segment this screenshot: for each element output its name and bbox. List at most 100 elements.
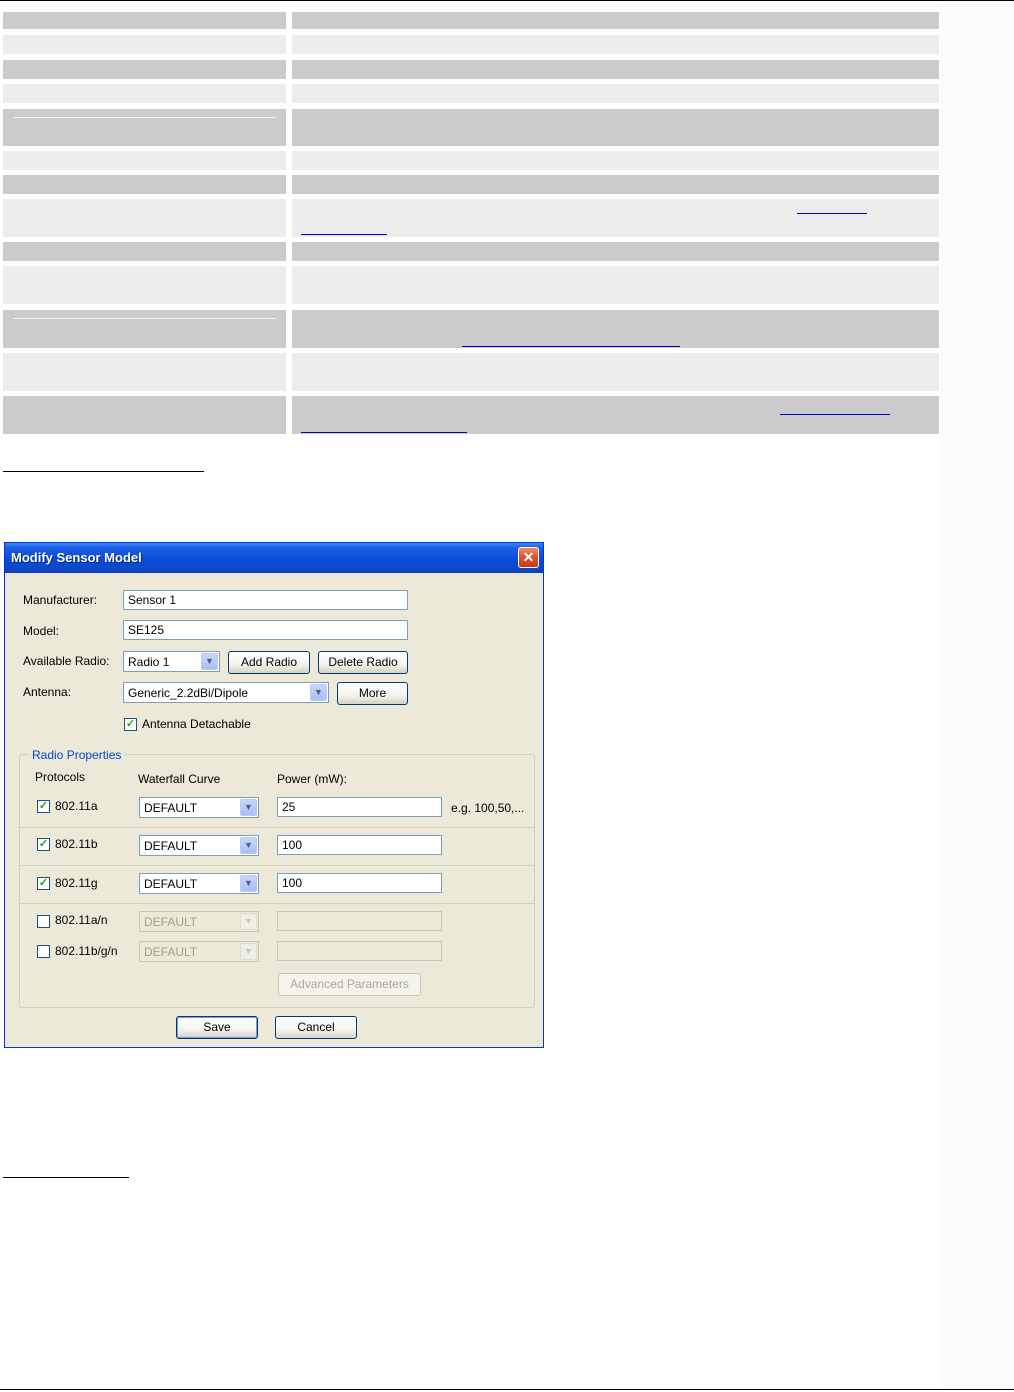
table-cell [292, 84, 939, 103]
table-cell [292, 60, 939, 79]
table-cell [292, 353, 939, 391]
antenna-label: Antenna: [23, 685, 72, 699]
model-field[interactable]: SE125 [123, 620, 408, 640]
table-cell [3, 199, 286, 237]
table-cell [292, 175, 939, 194]
table-row [0, 353, 940, 391]
table-row [0, 84, 940, 103]
table-row [0, 242, 940, 261]
available-radio-label: Available Radio: [23, 654, 110, 668]
waterfall-curve-value: DEFAULT [144, 915, 198, 929]
waterfall-curve-802-11a-select[interactable]: DEFAULT ▼ [139, 797, 259, 818]
protocol-802-11g-label: 802.11g [55, 876, 98, 890]
power-802-11an-field [277, 911, 442, 931]
table-row [0, 12, 940, 29]
table-cell [3, 242, 286, 261]
waterfall-curve-802-11bgn-select: DEFAULT ▼ [139, 941, 259, 962]
manufacturer-label: Manufacturer: [23, 593, 98, 607]
chevron-down-icon[interactable]: ▼ [201, 653, 218, 670]
antenna-select[interactable]: Generic_2.2dBi/Dipole ▼ [123, 682, 329, 703]
table-cell [292, 151, 939, 170]
table-cell [3, 12, 286, 29]
delete-radio-button[interactable]: Delete Radio [318, 651, 408, 674]
model-label: Model: [23, 624, 60, 638]
power-802-11g-field[interactable]: 100 [277, 873, 442, 893]
add-radio-button[interactable]: Add Radio [228, 651, 310, 674]
table-link[interactable] [797, 213, 867, 214]
row-separator [20, 903, 534, 904]
table-row [0, 310, 940, 348]
page-bottom-rule [0, 1389, 1014, 1390]
table-cell [3, 151, 286, 170]
waterfall-curve-value: DEFAULT [144, 839, 198, 853]
table-cell [3, 84, 286, 103]
chevron-down-icon[interactable]: ▼ [240, 799, 257, 816]
row-separator [20, 827, 534, 828]
table-row [0, 60, 940, 79]
table-cell [292, 266, 939, 304]
power-802-11a-field[interactable]: 25 [277, 797, 442, 817]
modify-sensor-model-dialog: Modify Sensor Model ✕ Manufacturer: Sens… [4, 542, 544, 1048]
waterfall-curve-column-header: Waterfall Curve [138, 772, 221, 786]
chevron-down-icon: ▼ [240, 943, 257, 960]
power-802-11bgn-field [277, 941, 442, 961]
table-cell [3, 353, 286, 391]
protocol-802-11b-checkbox[interactable]: ✓ [37, 838, 50, 851]
table-row [0, 109, 940, 146]
save-button[interactable]: Save [176, 1016, 258, 1039]
table-row [0, 35, 940, 54]
dialog-titlebar[interactable]: Modify Sensor Model ✕ [5, 543, 543, 573]
protocol-802-11an-checkbox[interactable] [37, 915, 50, 928]
cancel-button[interactable]: Cancel [275, 1016, 357, 1039]
section-heading [3, 1177, 129, 1178]
waterfall-curve-802-11g-select[interactable]: DEFAULT ▼ [139, 873, 259, 894]
table-cell [292, 12, 939, 29]
protocol-802-11bgn-checkbox[interactable] [37, 945, 50, 958]
table-cell [3, 109, 286, 146]
table-row [0, 396, 940, 434]
waterfall-curve-802-11b-select[interactable]: DEFAULT ▼ [139, 835, 259, 856]
antenna-detachable-label: Antenna Detachable [142, 717, 251, 731]
table-cell [3, 60, 286, 79]
chevron-down-icon: ▼ [240, 913, 257, 930]
power-802-11b-field[interactable]: 100 [277, 835, 442, 855]
table-link[interactable] [301, 432, 467, 433]
table-cell [3, 266, 286, 304]
table-cell [292, 199, 939, 237]
table-row [0, 151, 940, 170]
power-hint: e.g. 100,50,... [451, 801, 525, 815]
advanced-parameters-button: Advanced Parameters [278, 973, 421, 996]
more-button[interactable]: More [337, 682, 408, 705]
waterfall-curve-value: DEFAULT [144, 945, 198, 959]
page-margin [940, 1, 1014, 1389]
chevron-down-icon[interactable]: ▼ [310, 684, 327, 701]
table-row [0, 199, 940, 237]
table-link[interactable] [780, 414, 890, 415]
waterfall-curve-value: DEFAULT [144, 877, 198, 891]
close-button[interactable]: ✕ [518, 547, 539, 568]
protocol-802-11g-checkbox[interactable]: ✓ [37, 877, 50, 890]
section-heading [3, 471, 204, 472]
available-radio-select[interactable]: Radio 1 ▼ [123, 651, 220, 672]
row-separator [20, 865, 534, 866]
table-cell [3, 310, 286, 348]
antenna-detachable-checkbox[interactable]: ✓ [124, 718, 137, 731]
protocol-802-11a-label: 802.11a [55, 799, 98, 813]
chevron-down-icon[interactable]: ▼ [240, 875, 257, 892]
power-column-header: Power (mW): [277, 772, 347, 786]
protocol-802-11a-checkbox[interactable]: ✓ [37, 800, 50, 813]
protocols-column-header: Protocols [35, 770, 86, 784]
dialog-title: Modify Sensor Model [11, 550, 142, 565]
table-cell [3, 396, 286, 434]
table-cell [3, 35, 286, 54]
table-link[interactable] [301, 234, 387, 235]
table-cell [292, 396, 939, 434]
antenna-value: Generic_2.2dBi/Dipole [128, 686, 249, 700]
table-link[interactable] [462, 346, 680, 347]
chevron-down-icon[interactable]: ▼ [240, 837, 257, 854]
close-icon: ✕ [522, 549, 535, 565]
manufacturer-field[interactable]: Sensor 1 [123, 590, 408, 610]
page-top-rule [0, 0, 1014, 1]
table-row [0, 175, 940, 194]
table-cell [292, 109, 939, 146]
